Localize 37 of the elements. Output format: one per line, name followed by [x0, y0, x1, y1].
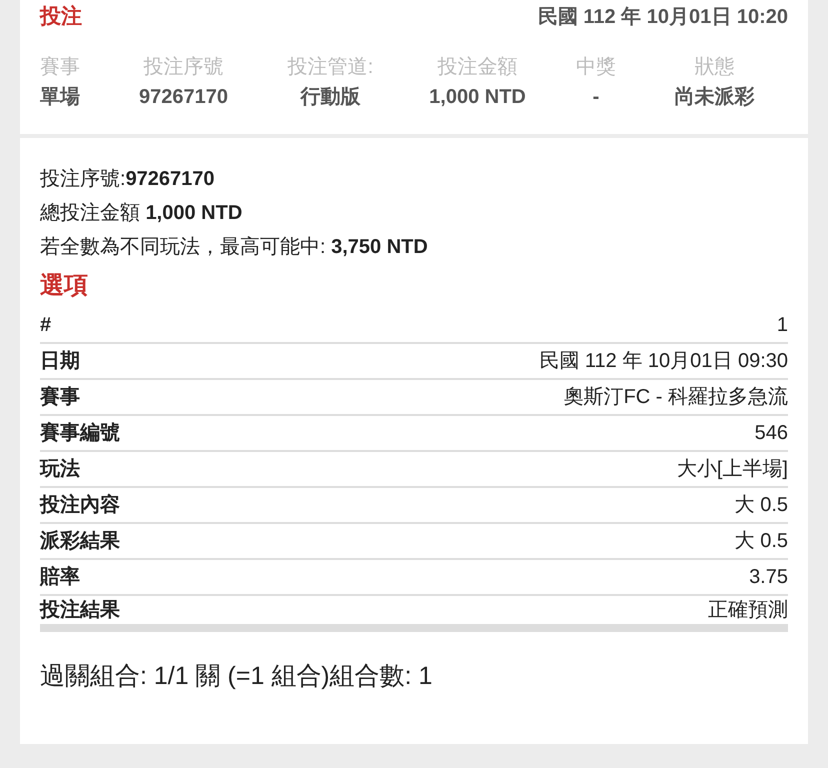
table-cell-text: 單場: [40, 85, 81, 110]
table-cell-text: 1,000 NTD: [428, 85, 527, 110]
row-value: 3.75: [749, 565, 788, 590]
table-cell-text: 97267170: [138, 85, 229, 110]
column-header: 投注金額: [436, 55, 518, 80]
column-header: 狀態: [694, 55, 736, 80]
row-label: 賽事: [40, 384, 80, 410]
column-header: 中獎: [575, 55, 617, 80]
row-value: 奧斯汀FC - 科羅拉多急流: [564, 385, 788, 410]
section-title: 投注: [40, 4, 82, 30]
table-cell-text: 尚未派彩: [674, 85, 756, 110]
row-value: 1: [776, 313, 788, 338]
column-header: 賽事: [40, 55, 81, 80]
detail-line: 若全數為不同玩法，最高可能中: 3,750 NTD: [40, 235, 428, 260]
row-label: #: [40, 313, 52, 338]
row-value: 546: [754, 421, 788, 446]
column-header: 投注管道:: [286, 55, 374, 80]
bet-datetime: 民國 112 年 10月01日 10:20: [538, 5, 788, 30]
row-label: 投注內容: [40, 492, 120, 518]
table-cell-text: 行動版: [299, 85, 362, 110]
section-title: 選項: [40, 271, 88, 301]
row-label: 派彩結果: [40, 529, 120, 554]
row-label: 投注結果: [40, 598, 120, 623]
row-label: 日期: [40, 349, 80, 374]
row-value: 大 0.5: [734, 493, 788, 518]
detail-line: 總投注金額 1,000 NTD: [40, 201, 242, 226]
row-label: 玩法: [40, 457, 80, 482]
row-value: 大小[上半場]: [676, 457, 788, 482]
combination-text: 過關組合: 1/1 關 (=1 組合)組合數: 1: [40, 661, 432, 692]
row-value: 民國 112 年 10月01日 09:30: [539, 349, 788, 374]
table-cell-text: -: [592, 85, 600, 110]
column-header: 投注序號: [142, 55, 224, 80]
row-value: 大 0.5: [734, 529, 788, 554]
row-value: 正確預測: [708, 598, 788, 623]
row-label: 賠率: [40, 564, 80, 590]
row-label: 賽事編號: [40, 420, 120, 446]
detail-line: 投注序號:97267170: [40, 167, 215, 192]
